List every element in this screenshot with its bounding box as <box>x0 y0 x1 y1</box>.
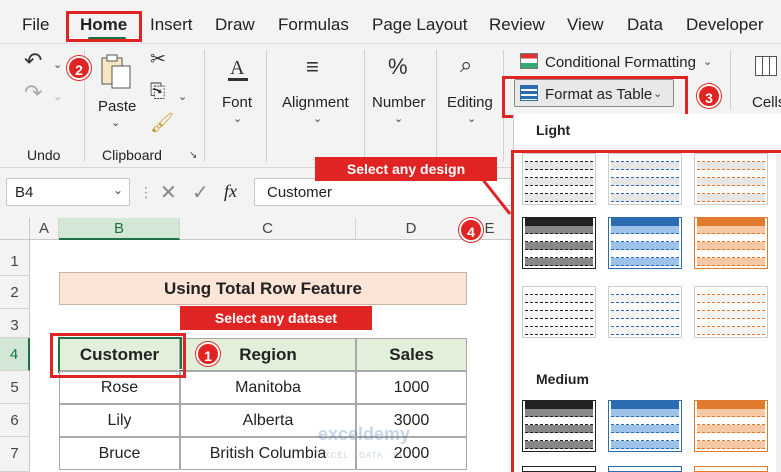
name-box[interactable]: B4 ⌄ <box>6 178 130 206</box>
cells-label[interactable]: Cells <box>752 94 781 111</box>
menu-developer[interactable]: Developer <box>686 15 764 35</box>
separator <box>364 50 365 162</box>
redo-dropdown-icon[interactable]: ⌄ <box>53 90 62 103</box>
menu-data[interactable]: Data <box>627 15 663 35</box>
editing-dropdown-icon[interactable]: ⌄ <box>467 112 476 125</box>
select-dataset-callout: Select any dataset <box>180 306 372 330</box>
paste-label[interactable]: Paste <box>98 98 136 115</box>
table-cell[interactable]: Bruce <box>59 437 180 470</box>
menu-review[interactable]: Review <box>489 15 545 35</box>
menu-formulas[interactable]: Formulas <box>278 15 349 35</box>
undo-dropdown-icon[interactable]: ⌄ <box>53 58 62 71</box>
table-cell[interactable]: 1000 <box>356 371 467 404</box>
cut-icon[interactable]: ✂ <box>150 50 166 69</box>
formula-value: Customer <box>267 184 333 201</box>
conditional-formatting-dropdown-icon[interactable]: ⌄ <box>703 55 712 68</box>
search-icon[interactable]: ⌕ <box>460 54 472 76</box>
column-header[interactable]: A <box>30 218 59 240</box>
name-box-dropdown-icon[interactable]: ⌄ <box>113 183 123 197</box>
step-2-badge: 2 <box>67 56 91 80</box>
alignment-label[interactable]: Alignment <box>282 94 349 111</box>
copy-dropdown-icon[interactable]: ⌄ <box>178 90 187 103</box>
menu-insert[interactable]: Insert <box>150 15 193 35</box>
enter-icon[interactable]: ✓ <box>192 180 209 205</box>
undo-icon[interactable]: ↶ <box>24 50 42 72</box>
conditional-formatting-icon <box>520 53 538 69</box>
undo-group-label: Undo <box>27 147 61 163</box>
step-1-badge: 1 <box>196 342 220 366</box>
font-icon[interactable]: A <box>226 56 250 84</box>
redo-icon[interactable]: ↷ <box>24 82 42 104</box>
separator <box>266 50 267 162</box>
row-header[interactable]: 2 <box>0 276 30 309</box>
alignment-dropdown-icon[interactable]: ⌄ <box>313 112 322 125</box>
alignment-icon[interactable]: ≡ <box>306 56 319 78</box>
watermark-logo: exceldemy EXCEL · DATA · BI <box>318 424 411 460</box>
format-as-table-highlight-box <box>502 76 688 118</box>
formula-dots-icon: ⋮ <box>139 184 153 200</box>
step-3-badge: 3 <box>697 84 721 108</box>
column-header[interactable]: B <box>59 218 180 240</box>
number-label[interactable]: Number <box>372 94 425 111</box>
row-header[interactable]: 7 <box>0 437 30 472</box>
clipboard-launcher-icon[interactable]: ↘ <box>189 150 197 161</box>
table-cell[interactable]: Lily <box>59 404 180 437</box>
format-painter-icon[interactable]: 🖌 <box>150 114 174 133</box>
section-divider <box>514 148 781 149</box>
row-header[interactable]: 5 <box>0 371 30 404</box>
row-header[interactable]: 1 <box>0 240 30 276</box>
number-dropdown-icon[interactable]: ⌄ <box>394 112 403 125</box>
light-section-label: Light <box>536 122 571 138</box>
copy-icon[interactable]: ⎘ <box>150 82 165 101</box>
sheet-title[interactable]: Using Total Row Feature <box>59 272 467 305</box>
editing-label[interactable]: Editing <box>447 94 493 111</box>
number-format-icon[interactable]: % <box>388 56 408 78</box>
separator <box>204 50 205 162</box>
table-cell[interactable]: Manitoba <box>180 371 356 404</box>
menu-view[interactable]: View <box>567 15 604 35</box>
menu-draw[interactable]: Draw <box>215 15 255 35</box>
separator <box>436 50 437 162</box>
gallery-highlight-box <box>511 150 781 472</box>
clipboard-group-label: Clipboard <box>102 147 162 163</box>
dataset-highlight-box <box>50 333 186 378</box>
insert-function-icon[interactable]: fx <box>224 181 237 202</box>
paste-dropdown-icon[interactable]: ⌄ <box>111 116 120 129</box>
row-header[interactable]: 3 <box>0 309 30 338</box>
font-dropdown-icon[interactable]: ⌄ <box>233 112 242 125</box>
menu-file[interactable]: File <box>22 15 49 35</box>
name-box-value: B4 <box>15 184 34 201</box>
cancel-icon[interactable]: ✕ <box>160 180 177 205</box>
font-label[interactable]: Font <box>222 94 252 111</box>
row-header[interactable]: 6 <box>0 404 30 437</box>
svg-text:A: A <box>230 57 245 79</box>
separator <box>730 50 731 110</box>
column-header[interactable]: D <box>356 218 467 240</box>
paste-icon[interactable] <box>100 54 132 90</box>
select-all-corner[interactable] <box>0 218 30 240</box>
cells-icon[interactable] <box>755 56 777 76</box>
select-design-callout: Select any design <box>315 157 497 181</box>
menu-page-layout[interactable]: Page Layout <box>372 15 467 35</box>
home-highlight-box <box>66 11 142 42</box>
row-header[interactable]: 4 <box>0 338 30 371</box>
header-sales[interactable]: Sales <box>356 338 467 371</box>
callout-arrow-icon <box>478 175 512 215</box>
conditional-formatting-button[interactable]: Conditional Formatting <box>545 54 696 71</box>
column-header[interactable]: C <box>180 218 356 240</box>
